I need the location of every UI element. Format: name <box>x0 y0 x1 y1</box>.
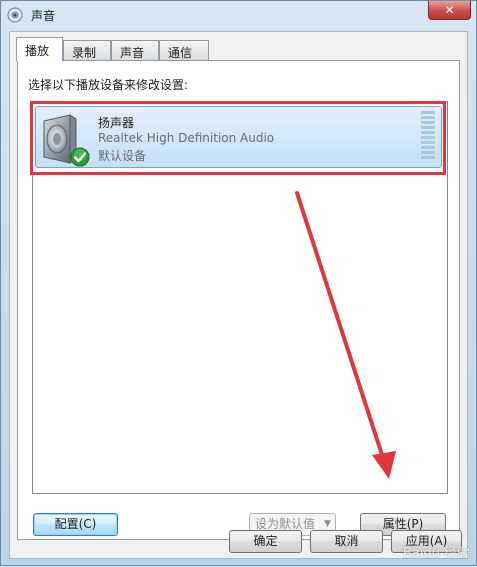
close-icon: ✕ <box>444 3 455 17</box>
device-status: 默认设备 <box>98 149 147 163</box>
tab-label: 通信 <box>168 46 193 60</box>
tab-sounds[interactable]: 声音 <box>111 40 159 60</box>
configure-button[interactable]: 配置(C) <box>33 513 118 536</box>
check-icon <box>70 147 90 167</box>
configure-label: 配置(C) <box>54 517 97 531</box>
tab-playback[interactable]: 播放 <box>16 37 63 61</box>
device-list[interactable]: 扬声器 Realtek High Definition Audio 默认设备 <box>30 101 448 494</box>
sound-icon <box>7 7 23 23</box>
tab-label: 播放 <box>25 44 50 58</box>
volume-level-meter <box>421 111 435 159</box>
ok-button[interactable]: 确定 <box>229 530 302 553</box>
watermark-logo: Baidu 经验 <box>402 546 470 561</box>
instruction-text: 选择以下播放设备来修改设置: <box>28 78 189 92</box>
sound-dialog: 声音 ✕ 播放 录制 声音 通信 选择以下播放设备来修改设置: 扬声器 Real… <box>0 0 477 566</box>
window-title: 声音 <box>31 9 56 23</box>
dialog-client: 播放 录制 声音 通信 选择以下播放设备来修改设置: 扬声器 Realtek H… <box>9 31 468 559</box>
tab-communications[interactable]: 通信 <box>159 40 209 60</box>
chevron-down-icon: ▼ <box>324 519 331 529</box>
ok-label: 确定 <box>253 534 278 548</box>
device-name: 扬声器 <box>98 116 135 130</box>
cancel-label: 取消 <box>334 534 359 548</box>
tab-recording[interactable]: 录制 <box>63 40 111 60</box>
device-description: Realtek High Definition Audio <box>98 131 275 145</box>
tab-label: 录制 <box>72 46 97 60</box>
properties-label: 属性(P) <box>382 517 424 531</box>
playback-panel: 选择以下播放设备来修改设置: 扬声器 Realtek High Definiti… <box>17 60 460 552</box>
title-bar[interactable]: 声音 ✕ <box>1 1 476 31</box>
close-button[interactable]: ✕ <box>428 1 471 20</box>
tab-label: 声音 <box>120 46 145 60</box>
cancel-button[interactable]: 取消 <box>310 530 383 553</box>
device-item-speakers[interactable]: 扬声器 Realtek High Definition Audio 默认设备 <box>35 106 442 168</box>
